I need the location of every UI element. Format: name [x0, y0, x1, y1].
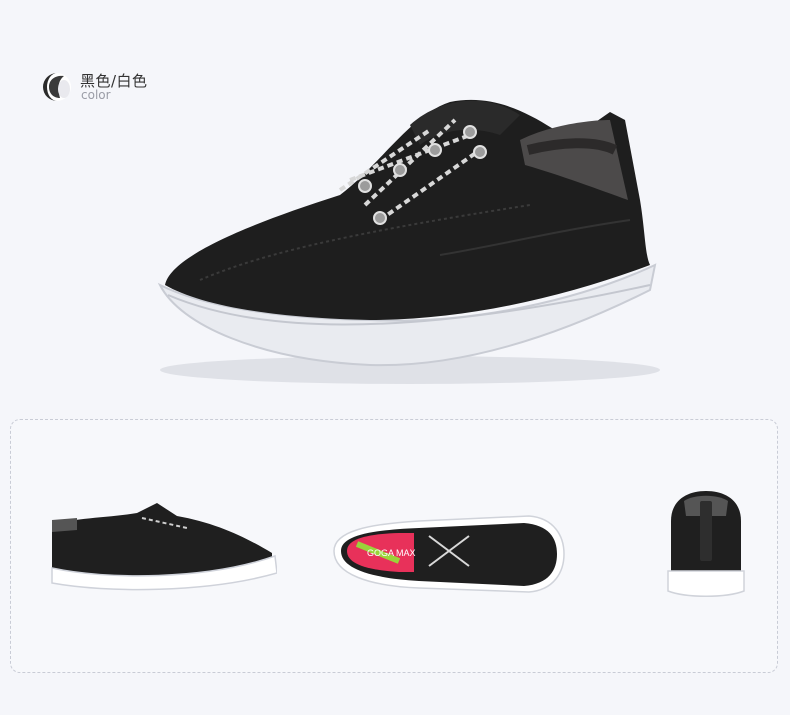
color-sublabel: color — [81, 88, 111, 102]
color-swatch-icon — [43, 73, 71, 101]
top-view-thumbnail[interactable]: GOGA MAX — [329, 506, 565, 602]
back-view-thumbnail[interactable] — [656, 486, 756, 606]
side-view-thumbnail[interactable] — [47, 498, 277, 598]
hero-shoe-image — [157, 99, 660, 384]
insole-label: GOGA MAX — [367, 548, 416, 558]
product-detail-page: 黑色/白色 color GOGA MAX — [0, 0, 790, 715]
view-gallery: GOGA MAX — [10, 419, 778, 673]
